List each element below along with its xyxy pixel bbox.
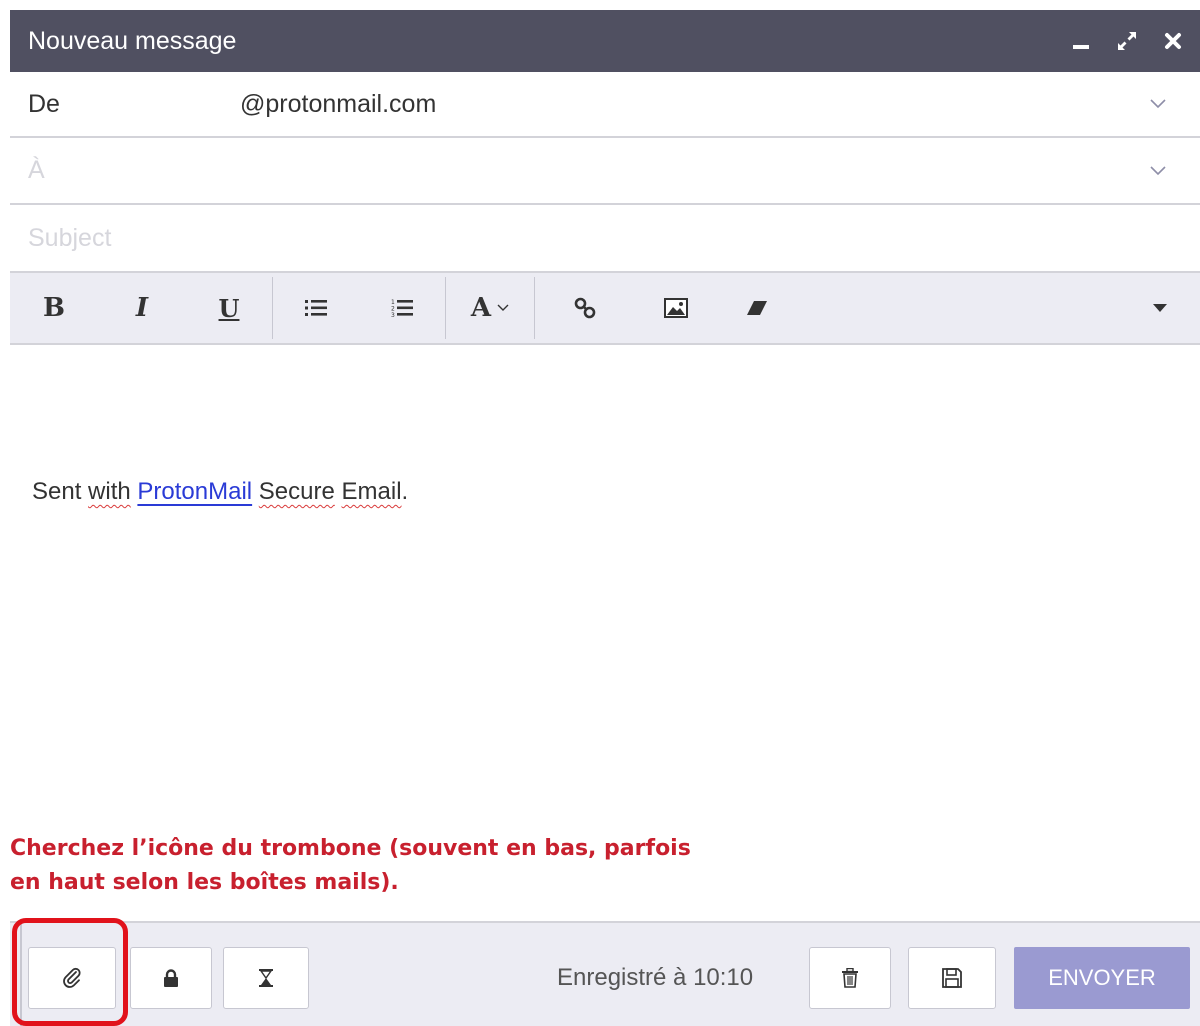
signature-word: Email bbox=[341, 478, 402, 505]
window-title: Nouveau message bbox=[28, 26, 237, 55]
link-icon[interactable] bbox=[535, 272, 635, 344]
footer-left-edge bbox=[20, 921, 22, 1026]
minimize-icon[interactable] bbox=[1058, 18, 1104, 64]
signature-word: Sent bbox=[32, 478, 82, 505]
to-field[interactable]: À bbox=[28, 156, 1138, 185]
close-icon[interactable] bbox=[1150, 18, 1196, 64]
compose-footer: Enregistré à 10:10 ENVOYER bbox=[10, 921, 1200, 1026]
compose-window: Nouveau message De @protonmail.com À Sub… bbox=[0, 0, 1200, 1026]
italic-label: I bbox=[135, 293, 149, 323]
annotation-line: Cherchez l’icône du trombone (souvent en… bbox=[10, 836, 691, 861]
bold-button[interactable]: B bbox=[10, 272, 98, 344]
subject-row[interactable]: Subject bbox=[10, 205, 1200, 273]
delete-draft-button[interactable] bbox=[809, 947, 891, 1009]
subject-field[interactable]: Subject bbox=[28, 224, 1200, 253]
window-controls bbox=[1058, 18, 1196, 64]
protonmail-link[interactable]: ProtonMail bbox=[137, 478, 252, 505]
numbered-list-icon[interactable]: 123 bbox=[359, 272, 445, 344]
underline-label: U bbox=[218, 293, 240, 323]
bullet-list-icon[interactable] bbox=[273, 272, 359, 344]
svg-text:3: 3 bbox=[391, 312, 395, 318]
trash-icon bbox=[841, 968, 859, 988]
font-dropdown-icon bbox=[497, 304, 509, 312]
underline-button[interactable]: U bbox=[186, 272, 272, 344]
eraser-icon[interactable] bbox=[717, 272, 797, 344]
signature-word: Secure bbox=[258, 478, 335, 505]
title-bar: Nouveau message bbox=[10, 10, 1200, 72]
paperclip-icon bbox=[62, 967, 82, 989]
signature-word: with bbox=[88, 478, 131, 505]
encrypt-button[interactable] bbox=[130, 947, 212, 1009]
chevron-down-icon[interactable] bbox=[1138, 151, 1178, 191]
attach-button[interactable] bbox=[28, 947, 116, 1009]
send-button[interactable]: ENVOYER bbox=[1014, 947, 1190, 1009]
annotation-text: Cherchez l’icône du trombone (souvent en… bbox=[10, 832, 810, 900]
save-draft-button[interactable] bbox=[908, 947, 996, 1009]
save-icon bbox=[942, 968, 962, 988]
from-label: De bbox=[28, 89, 60, 118]
font-dropdown[interactable]: A bbox=[446, 272, 534, 344]
chevron-down-icon[interactable] bbox=[1138, 84, 1178, 124]
hourglass-icon bbox=[258, 968, 274, 988]
bold-label: B bbox=[43, 293, 65, 323]
expand-icon[interactable] bbox=[1104, 18, 1150, 64]
image-icon[interactable] bbox=[635, 272, 717, 344]
message-body[interactable]: Sent with ProtonMail Secure Email. bbox=[32, 478, 408, 506]
formatting-toolbar: B I U 123 A bbox=[10, 273, 1200, 345]
font-label: A bbox=[470, 293, 492, 323]
from-value[interactable]: @protonmail.com bbox=[240, 90, 1138, 119]
annotation-line: en haut selon les boîtes mails). bbox=[10, 870, 399, 895]
to-row[interactable]: À bbox=[10, 138, 1200, 205]
expiration-button[interactable] bbox=[223, 947, 309, 1009]
signature-period: . bbox=[401, 478, 409, 505]
more-dropdown-icon[interactable] bbox=[1130, 272, 1190, 344]
lock-icon bbox=[163, 969, 179, 987]
italic-button[interactable]: I bbox=[98, 272, 186, 344]
saved-status: Enregistré à 10:10 bbox=[557, 964, 754, 991]
from-row[interactable]: De @protonmail.com bbox=[10, 72, 1200, 138]
